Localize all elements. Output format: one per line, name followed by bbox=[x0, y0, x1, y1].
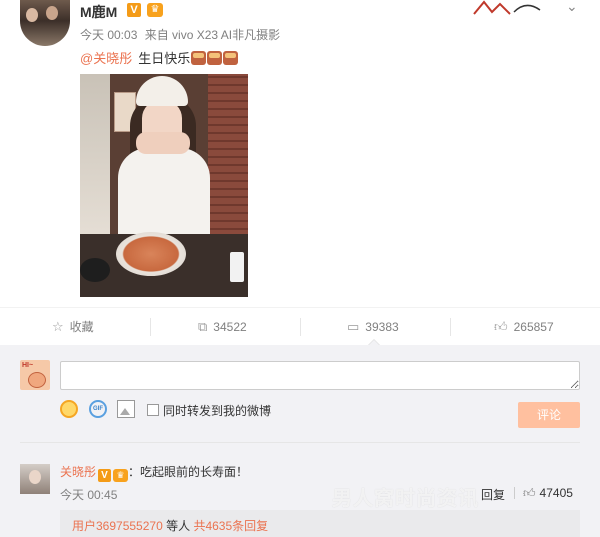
comment-time: 今天 00:45 bbox=[60, 488, 118, 502]
comment-text: ：吃起眼前的长寿面！ bbox=[128, 465, 249, 479]
action-divider bbox=[514, 487, 515, 499]
post-action-bar: ☆ 收藏 ⧉ 34522 ▭ 39383 👍︎ 265857 bbox=[0, 307, 600, 345]
repost-checkbox[interactable] bbox=[147, 404, 159, 416]
comment-like-button[interactable]: 👍︎ 47405 bbox=[523, 486, 573, 501]
like-count: 265857 bbox=[513, 320, 554, 334]
weibo-post: M鹿M V ♛ ⌄ 今天 00:03 来自 vivo X23 AI非凡摄影 @关… bbox=[0, 0, 600, 307]
image-icon[interactable] bbox=[117, 400, 135, 418]
repost-icon: ⧉ bbox=[198, 319, 208, 334]
member-crown-icon[interactable]: ♛ bbox=[147, 3, 163, 17]
divider bbox=[20, 442, 580, 443]
post-body: 生日快乐 bbox=[138, 51, 191, 66]
comment-line: 关晓彤 V ♛ ：吃起眼前的长寿面！ bbox=[60, 463, 248, 482]
post-photo[interactable] bbox=[80, 74, 248, 297]
post-text: @关晓彤 生日快乐 bbox=[80, 48, 239, 67]
comment-icon: ▭ bbox=[347, 319, 360, 334]
mention-link[interactable]: @关晓彤 bbox=[80, 51, 132, 66]
cake-emoji-icon bbox=[191, 51, 207, 65]
action-divider bbox=[450, 318, 451, 336]
thumbs-up-icon: 👍︎ bbox=[523, 486, 536, 500]
like-button[interactable]: 👍︎ 265857 bbox=[494, 308, 554, 346]
comment-section: GIF 同时转发到我的微博 评论 关晓彤V♛：吃起眼前的长寿面！ 今天 00:4… bbox=[0, 345, 600, 537]
author-avatar[interactable] bbox=[20, 0, 70, 46]
my-avatar[interactable] bbox=[20, 360, 50, 390]
comment-input[interactable] bbox=[60, 361, 580, 390]
author-name[interactable]: M鹿M bbox=[80, 2, 117, 22]
gif-icon[interactable]: GIF bbox=[89, 400, 107, 418]
repost-button[interactable]: ⧉ 34522 bbox=[198, 308, 247, 346]
post-source[interactable]: 来自 vivo X23 AI非凡摄影 bbox=[145, 28, 280, 42]
watermark: 男人窝时尚资讯 bbox=[332, 488, 479, 510]
replies-middle: 等人 bbox=[166, 519, 191, 533]
repost-count: 34522 bbox=[213, 320, 247, 334]
repost-checkbox-label[interactable]: 同时转发到我的微博 bbox=[163, 402, 271, 419]
reply-user-link[interactable]: 用户3697555270 bbox=[72, 519, 163, 533]
action-divider bbox=[150, 318, 151, 336]
replies-summary[interactable]: 用户3697555270 等人 共4635条回复 bbox=[60, 510, 580, 537]
comment-like-count: 47405 bbox=[539, 486, 573, 500]
member-crown-icon[interactable]: ♛ bbox=[113, 469, 129, 482]
decorative-card-icon bbox=[473, 0, 541, 15]
emoji-icon[interactable] bbox=[60, 400, 78, 418]
replies-summary-text: 用户3697555270 等人 共4635条回复 bbox=[72, 517, 268, 534]
cake-emoji-icon bbox=[207, 51, 223, 65]
commenter-name[interactable]: 关晓彤 bbox=[60, 465, 96, 479]
action-divider bbox=[300, 318, 301, 336]
star-icon: ☆ bbox=[52, 319, 64, 334]
favorite-label: 收藏 bbox=[69, 320, 94, 334]
thumbs-up-icon: 👍︎ bbox=[494, 319, 508, 334]
reply-button[interactable]: 回复 bbox=[481, 486, 505, 503]
favorite-button[interactable]: ☆ 收藏 bbox=[52, 308, 94, 346]
commenter-avatar[interactable] bbox=[20, 464, 50, 494]
comment-count: 39383 bbox=[365, 320, 399, 334]
more-options-chevron-icon[interactable]: ⌄ bbox=[566, 0, 578, 15]
post-time[interactable]: 今天 00:03 bbox=[80, 28, 137, 42]
replies-count-link[interactable]: 共4635条回复 bbox=[193, 519, 268, 533]
verified-badge-icon[interactable]: V bbox=[98, 469, 112, 482]
verified-badge-icon[interactable]: V bbox=[127, 3, 141, 17]
cake-emoji-icon bbox=[223, 51, 239, 65]
post-meta: 今天 00:03 来自 vivo X23 AI非凡摄影 bbox=[80, 26, 280, 43]
submit-comment-button[interactable]: 评论 bbox=[518, 402, 580, 428]
